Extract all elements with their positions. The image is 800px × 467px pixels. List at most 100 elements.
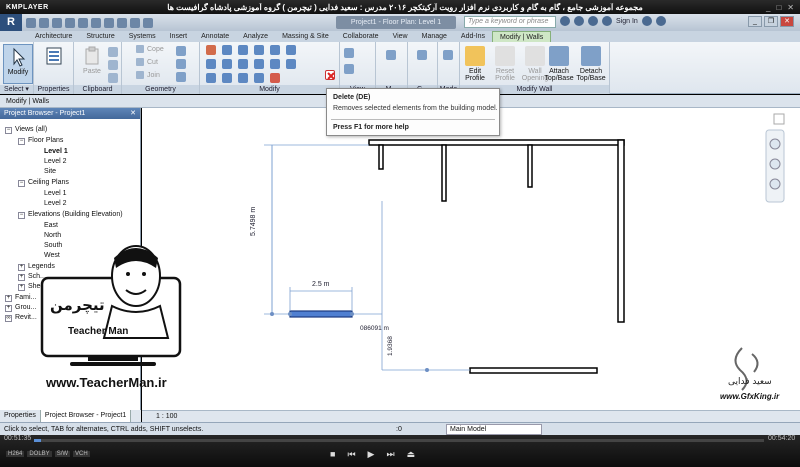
mirror-axis-icon[interactable] [238, 45, 248, 55]
rotate-icon[interactable] [238, 59, 248, 69]
floor-plan-drawing[interactable]: 5.7498 m 2.5 m 086091 m 1.9368 [142, 108, 800, 410]
join-button[interactable]: Join [136, 71, 160, 79]
cut-clip-icon[interactable] [108, 47, 118, 57]
revit-minimize-button[interactable]: _ [748, 16, 762, 27]
mode-icon[interactable] [443, 50, 453, 60]
offset-icon[interactable] [222, 45, 232, 55]
steering-wheel-icon[interactable] [769, 138, 781, 150]
next-icon[interactable]: ⏭ [386, 449, 394, 460]
align-icon[interactable] [206, 45, 216, 55]
minimize-icon[interactable]: _ [766, 3, 770, 12]
trim-multiple-icon[interactable] [286, 59, 296, 69]
collapse-icon[interactable]: − [5, 127, 12, 134]
exchange-icon[interactable] [641, 16, 652, 26]
selected-wall[interactable] [289, 310, 353, 318]
tree-node-level-2[interactable]: Level 2 [44, 157, 67, 167]
revit-restore-button[interactable]: ❐ [764, 16, 778, 27]
print-icon[interactable] [78, 17, 88, 28]
subscription-icon[interactable] [574, 16, 584, 26]
cope-button[interactable]: Cope [136, 45, 164, 53]
grip-point[interactable] [350, 312, 354, 316]
tab-add-ins[interactable]: Add-Ins [454, 31, 492, 42]
tab-manage[interactable]: Manage [415, 31, 454, 42]
cut-button[interactable]: Cut [136, 58, 158, 66]
binoculars-icon[interactable] [560, 16, 570, 26]
tab-properties[interactable]: Properties [0, 410, 41, 422]
redo-icon[interactable] [65, 17, 75, 28]
copy-icon[interactable] [222, 59, 232, 69]
dim-text-small-1[interactable]: 086091 m [360, 325, 389, 332]
scale-icon[interactable] [222, 73, 232, 83]
split-face-icon[interactable] [176, 59, 186, 69]
expand-icon[interactable]: + [5, 295, 12, 302]
trim-single-icon[interactable] [270, 59, 280, 69]
tree-node-level-1[interactable]: Level 1 [44, 147, 68, 157]
seek-bar[interactable] [34, 439, 764, 442]
tree-node-site[interactable]: Site [44, 167, 56, 177]
paste-button[interactable]: Paste [77, 44, 107, 84]
hide-icon[interactable] [344, 48, 354, 58]
lock-icon[interactable] [270, 73, 280, 83]
drawing-area[interactable]: 5.7498 m 2.5 m 086091 m 1.9368 [142, 108, 800, 410]
collapse-icon[interactable]: − [18, 138, 25, 145]
pin-icon[interactable] [238, 73, 248, 83]
stop-icon[interactable]: ■ [330, 449, 335, 460]
view-scale[interactable]: 1 : 100 [142, 413, 177, 420]
edit-profile-button[interactable]: Edit Profile [460, 44, 490, 84]
zoom-icon[interactable] [769, 158, 781, 170]
wall-partition-2[interactable] [441, 144, 447, 202]
undo-icon[interactable] [52, 17, 62, 28]
move-icon[interactable] [206, 59, 216, 69]
dim-text-width[interactable]: 2.5 m [312, 281, 330, 288]
eject-icon[interactable]: ⏏ [407, 449, 416, 460]
save-icon[interactable] [39, 17, 49, 28]
split-icon[interactable] [270, 45, 280, 55]
tab-modify-walls[interactable]: Modify | Walls [492, 31, 552, 42]
close-icon[interactable]: ✕ [787, 3, 794, 12]
maximize-icon[interactable]: □ [776, 3, 781, 12]
unpin-icon[interactable] [254, 73, 264, 83]
tab-view[interactable]: View [386, 31, 415, 42]
delete-icon[interactable] [325, 70, 335, 80]
grip-point[interactable] [425, 368, 429, 372]
close-hidden-icon[interactable] [143, 17, 153, 28]
wall-top[interactable] [368, 139, 625, 146]
tab-collaborate[interactable]: Collaborate [336, 31, 386, 42]
detach-top-base-button[interactable]: Detach Top/Base [574, 44, 608, 84]
mirror-draw-icon[interactable] [254, 45, 264, 55]
attach-top-base-button[interactable]: Attach Top/Base [542, 44, 576, 84]
tab-structure[interactable]: Structure [79, 31, 121, 42]
collapse-icon[interactable]: − [18, 212, 25, 219]
close-icon[interactable]: ✕ [130, 108, 136, 119]
tree-node-elevations[interactable]: − Elevations (Building Elevation) [18, 210, 123, 220]
wall-joins-icon[interactable] [176, 46, 186, 56]
expand-icon[interactable]: + [5, 305, 12, 312]
tab-project-browser[interactable]: Project Browser - Project1 [40, 410, 132, 422]
tree-node-ceiling-plans[interactable]: − Ceiling Plans [18, 178, 69, 188]
revit-close-button[interactable]: ✕ [780, 16, 794, 27]
tree-node-views[interactable]: − Views (all) [5, 125, 47, 135]
dim-text-small-2[interactable]: 1.9368 [387, 336, 394, 356]
tree-node-ceiling-level-1[interactable]: Level 1 [44, 189, 67, 199]
grip-point[interactable] [270, 312, 274, 316]
3d-view-icon[interactable] [117, 17, 127, 28]
expand-icon[interactable]: + [18, 264, 25, 271]
wall-right[interactable] [617, 139, 625, 323]
wall-bottom[interactable] [469, 367, 598, 374]
help-icon[interactable] [655, 16, 666, 26]
active-workset-select[interactable]: Main Model [446, 424, 542, 435]
paint-icon[interactable] [176, 72, 186, 82]
sign-in-link[interactable]: Sign In [616, 18, 638, 25]
tab-annotate[interactable]: Annotate [194, 31, 236, 42]
measure-tool-icon[interactable] [386, 50, 396, 60]
array-icon[interactable] [206, 73, 216, 83]
properties-button[interactable] [39, 44, 69, 84]
play-icon[interactable]: ▶ [368, 449, 375, 460]
tab-analyze[interactable]: Analyze [236, 31, 275, 42]
reset-profile-button[interactable]: Reset Profile [490, 44, 520, 84]
measure-icon[interactable] [91, 17, 101, 28]
section-icon[interactable] [130, 17, 140, 28]
text-icon[interactable] [104, 17, 114, 28]
grip-point[interactable] [288, 312, 292, 316]
tab-architecture[interactable]: Architecture [28, 31, 79, 42]
